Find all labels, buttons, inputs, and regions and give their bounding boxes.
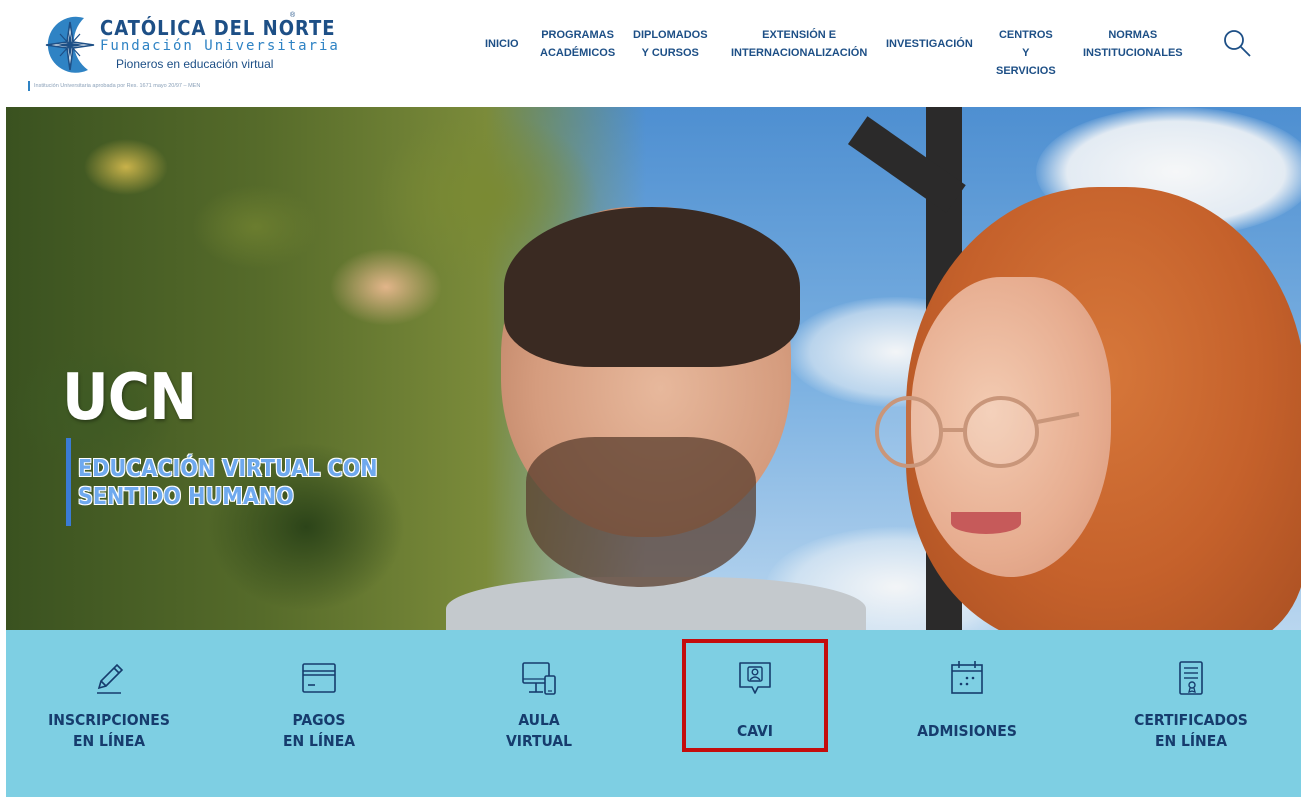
credit-card-icon <box>302 663 336 693</box>
nav-item-normas[interactable]: NORMAS INSTITUCIONALES <box>1083 26 1183 62</box>
hero-tagline-accent <box>66 438 71 526</box>
brand-tagline: Pioneros en educación virtual <box>116 57 274 71</box>
pencil-icon <box>97 663 124 694</box>
hero-tagline: EDUCACIÓN VIRTUAL CON SENTIDO HUMANO <box>78 456 378 510</box>
brand-title: CATÓLICA DEL NORTE <box>100 16 336 40</box>
compass-star-icon <box>45 16 95 73</box>
quick-link-admisiones[interactable]: ADMISIONES <box>900 630 1034 797</box>
hero-person-woman-smile <box>951 512 1021 534</box>
quick-link-label: CERTIFICADOS EN LÍNEA <box>1134 711 1248 750</box>
hero-banner: UCN EDUCACIÓN VIRTUAL CON SENTIDO HUMANO <box>6 107 1301 630</box>
brand-subtitle: Fundación Universitaria <box>100 38 340 54</box>
accreditation-text: Institución Universitaria aprobada por R… <box>28 81 328 91</box>
quick-link-label: INSCRIPCIONES EN LÍNEA <box>48 711 170 750</box>
quick-link-certificados[interactable]: CERTIFICADOS EN LÍNEA <box>1116 630 1266 797</box>
quick-link-pagos[interactable]: PAGOS EN LÍNEA <box>254 630 384 797</box>
registered-mark: ® <box>290 12 296 19</box>
nav-item-investigacion[interactable]: INVESTIGACIÓN <box>886 35 973 53</box>
glasses-icon <box>875 396 1080 468</box>
nav-item-centros[interactable]: CENTROS Y SERVICIOS <box>996 26 1056 80</box>
calendar-icon <box>951 661 983 694</box>
brand-logo[interactable]: CATÓLICA DEL NORTE ® Fundación Universit… <box>28 10 338 95</box>
hero-person-man-beard <box>526 437 756 587</box>
certificate-icon <box>1179 661 1203 695</box>
nav-item-programas[interactable]: PROGRAMAS ACADÉMICOS <box>540 26 615 62</box>
quick-links-bar: INSCRIPCIONES EN LÍNEA PAGOS EN LÍNEA AU… <box>6 630 1301 797</box>
devices-icon <box>522 662 556 695</box>
hero-headline: UCN <box>62 361 197 435</box>
cavi-highlight-box <box>682 639 828 752</box>
quick-link-aula[interactable]: AULA VIRTUAL <box>474 630 604 797</box>
nav-item-extension[interactable]: EXTENSIÓN E INTERNACIONALIZACIÓN <box>731 26 867 62</box>
quick-link-label: ADMISIONES <box>917 722 1017 740</box>
search-icon <box>1224 30 1251 57</box>
site-header: CATÓLICA DEL NORTE ® Fundación Universit… <box>0 0 1301 107</box>
quick-link-inscripciones[interactable]: INSCRIPCIONES EN LÍNEA <box>34 630 184 797</box>
quick-link-label: AULA VIRTUAL <box>505 711 573 750</box>
nav-item-inicio[interactable]: INICIO <box>485 35 519 53</box>
hero-person-man-hair <box>504 207 800 367</box>
quick-link-label: PAGOS EN LÍNEA <box>282 711 356 750</box>
search-button[interactable] <box>1222 28 1252 58</box>
nav-item-diplomados[interactable]: DIPLOMADOS Y CURSOS <box>633 26 708 62</box>
